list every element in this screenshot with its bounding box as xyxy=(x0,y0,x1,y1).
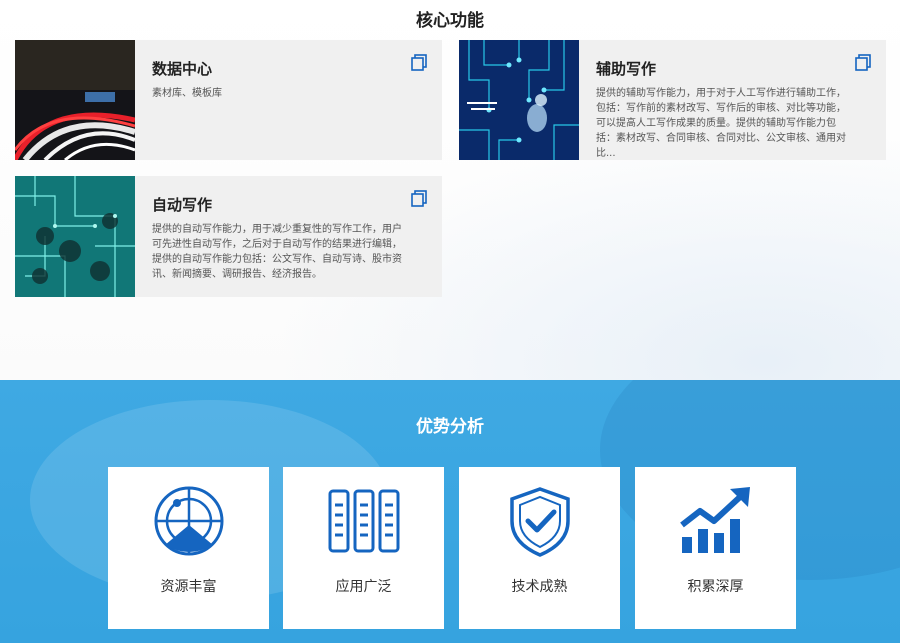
radar-icon xyxy=(154,486,224,556)
card-assisted-writing[interactable]: 辅助写作 提供的辅助写作能力，用于对于人工写作进行辅助工作，包括：写作前的素材改… xyxy=(459,40,886,160)
shield-check-icon xyxy=(510,487,570,557)
circuit-board-image xyxy=(15,176,135,297)
advantage-rich-resources[interactable]: 资源丰富 xyxy=(108,467,269,629)
card-data-center[interactable]: 数据中心 素材库、模板库 xyxy=(15,40,442,160)
server-racks-icon xyxy=(328,489,400,553)
advantage-label: 应用广泛 xyxy=(335,579,392,595)
card-auto-writing[interactable]: 自动写作 提供的自动写作能力，用于减少重复性的写作工作，用户可先进性自动写作，之… xyxy=(15,176,442,297)
core-functions-section: 核心功能 数据中心 素材库、模板库 辅助写作 提供的辅助写作能力，用于对于人工写… xyxy=(0,0,900,380)
circuit-runner-image xyxy=(459,40,579,160)
card-title: 辅助写作 xyxy=(596,60,657,78)
advantage-deep-accumulation[interactable]: 积累深厚 xyxy=(635,467,796,629)
card-description: 素材库、模板库 xyxy=(152,88,222,99)
copy-icon[interactable] xyxy=(410,190,428,208)
card-description: 提供的辅助写作能力，用于对于人工写作进行辅助工作，包括：写作前的素材改写、写作后… xyxy=(596,88,846,159)
advantages-section: 优势分析 资源丰富 应用广泛 技术成熟 积累深厚 xyxy=(0,380,900,643)
core-functions-title: 核心功能 xyxy=(416,11,484,31)
advantage-label: 技术成熟 xyxy=(511,579,568,595)
card-title: 自动写作 xyxy=(152,196,213,214)
copy-icon[interactable] xyxy=(854,54,872,72)
growth-chart-icon xyxy=(680,487,750,553)
highway-night-image xyxy=(15,40,135,160)
advantage-label: 资源丰富 xyxy=(160,579,217,595)
card-description: 提供的自动写作能力，用于减少重复性的写作工作，用户可先进性自动写作，之后对于自动… xyxy=(152,224,402,280)
copy-icon[interactable] xyxy=(410,54,428,72)
advantage-label: 积累深厚 xyxy=(687,579,744,595)
advantages-title: 优势分析 xyxy=(416,417,484,437)
advantage-mature-technology[interactable]: 技术成熟 xyxy=(459,467,620,629)
advantage-wide-application[interactable]: 应用广泛 xyxy=(283,467,444,629)
card-title: 数据中心 xyxy=(152,60,213,78)
